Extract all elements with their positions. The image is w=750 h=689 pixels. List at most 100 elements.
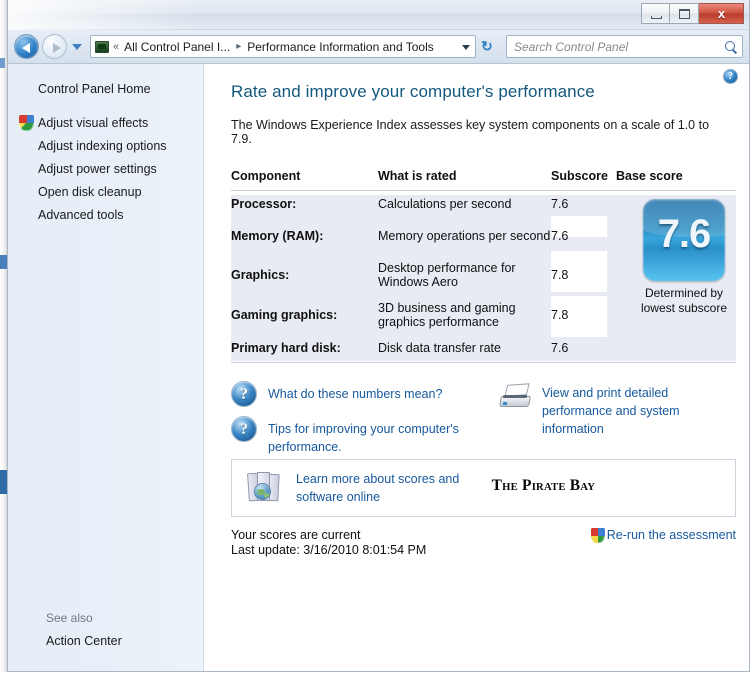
help-icon[interactable]: ? [723,69,738,84]
see-also-section: See also Action Center [8,611,204,651]
cell-subscore: 7.6 [551,341,569,355]
table-bottom-divider [231,362,736,363]
breadcrumb-item-performance[interactable]: Performance Information and Tools [247,40,434,54]
column-header-subscore: Subscore [551,169,616,191]
base-score-caption: Determined by lowest subscore [629,286,739,316]
cell-what-is-rated: Memory operations per second [378,229,551,243]
link-tips-for-improving-performance[interactable]: Tips for improving your computer's perfo… [268,422,459,454]
learn-more-panel: Learn more about scores and software onl… [231,459,736,517]
cell-what-is-rated: 3D business and gaming graphics performa… [378,301,516,329]
minimize-button[interactable] [641,3,670,24]
shield-icon [19,115,34,131]
cell-subscore: 7.8 [551,268,569,282]
base-score-panel: 7.6 Determined by lowest subscore [629,199,739,316]
maximize-button[interactable] [670,3,699,24]
desktop-edge-accent-low [0,470,7,494]
breadcrumb: « All Control Panel I... ▸ Performance I… [113,40,457,54]
score-table-wrapper: Component What is rated Subscore Base sc… [231,169,736,363]
recent-pages-dropdown-icon[interactable] [72,41,84,53]
sidebar-item-advanced-tools[interactable]: Advanced tools [8,203,203,226]
forward-button[interactable] [42,34,67,59]
minimize-icon [651,16,662,19]
close-icon: x [717,6,726,21]
cell-component: Primary hard disk: [231,341,341,355]
intro-text: The Windows Experience Index assesses ke… [231,118,710,146]
breadcrumb-overflow-icon[interactable]: « [113,41,119,53]
printer-icon [498,383,532,409]
question-mark-icon: ? [231,381,257,407]
sidebar: Control Panel Home Adjust visual effects… [8,64,204,671]
help-icon-glyph: ? [728,71,733,82]
window-titlebar: x [8,0,749,30]
desktop-edge-accent-top [0,58,5,68]
status-section: Your scores are current Last update: 3/1… [231,528,736,558]
sidebar-item-open-disk-cleanup[interactable]: Open disk cleanup [8,180,203,203]
sidebar-item-adjust-power-settings[interactable]: Adjust power settings [8,157,203,180]
below-window-strip [0,672,750,689]
main-pane: ? Rate and improve your computer's perfo… [204,64,749,671]
table-header-row: Component What is rated Subscore Base sc… [231,169,736,191]
sidebar-item-action-center[interactable]: Action Center [8,631,204,651]
cell-subscore: 7.8 [551,308,569,322]
cell-what-is-rated: Desktop performance for Windows Aero [378,261,516,289]
cell-subscore: 7.6 [551,197,569,211]
column-header-base-score: Base score [616,169,736,191]
books-globe-icon [247,472,282,504]
desktop-edge-accent-mid [0,255,7,269]
back-button[interactable] [14,34,39,59]
window-controls: x [641,3,744,24]
cell-what-is-rated: Disk data transfer rate [378,341,501,355]
link-view-print-row: View and print detailed performance and … [498,383,737,438]
sidebar-item-label: Control Panel Home [38,81,151,96]
address-dropdown-icon[interactable] [457,36,473,57]
control-panel-window: x « All Control Panel I... ▸ Performance… [7,0,750,672]
base-score-tile: 7.6 [643,199,725,281]
base-score-caption-line1: Determined by [644,286,724,300]
question-mark-icon: ? [231,416,257,442]
navigation-bar: « All Control Panel I... ▸ Performance I… [8,30,749,64]
cell-component: Processor: [231,197,297,211]
pirate-bay-logo: The Pirate Bay [491,477,596,494]
link-what-do-these-numbers-mean[interactable]: What do these numbers mean? [268,387,442,401]
see-also-title: See also [46,611,93,625]
base-score-value: 7.6 [657,212,712,256]
sidebar-item-control-panel-home[interactable]: Control Panel Home [8,77,203,100]
link-view-and-print-detailed-performance[interactable]: View and print detailed performance and … [542,386,680,436]
window-content: Control Panel Home Adjust visual effects… [8,64,749,671]
page-title: Rate and improve your computer's perform… [231,82,595,101]
control-panel-icon [95,40,109,53]
sidebar-item-label: Adjust indexing options [38,138,167,153]
column-header-what-is-rated: What is rated [378,169,551,191]
base-score-caption-line2: lowest subscore [640,301,728,315]
shield-icon [590,528,605,543]
address-bar[interactable]: « All Control Panel I... ▸ Performance I… [90,35,476,58]
search-placeholder: Search Control Panel [514,39,629,54]
question-mark-glyph: ? [240,421,248,438]
link-tips-row: ? Tips for improving your computer's per… [231,416,478,456]
breadcrumb-separator-icon: ▸ [236,41,242,52]
cell-subscore: 7.6 [551,229,569,243]
refresh-icon: ↻ [481,38,493,54]
link-rerun-the-assessment[interactable]: Re-run the assessment [607,528,736,543]
sidebar-item-label: Adjust power settings [38,161,157,176]
cell-what-is-rated: Calculations per second [378,197,512,211]
maximize-icon [679,9,690,19]
sidebar-item-label: Adjust visual effects [38,115,149,130]
link-what-numbers-mean-row: ? What do these numbers mean? [231,381,478,407]
sidebar-item-label: Open disk cleanup [38,184,142,199]
links-area: ? What do these numbers mean? ? Tips for… [231,381,737,454]
search-input[interactable]: Search Control Panel [506,35,743,58]
cell-component: Gaming graphics: [231,308,338,322]
desktop-edge-strip [0,0,7,689]
search-icon [724,40,738,54]
sidebar-item-adjust-indexing-options[interactable]: Adjust indexing options [8,134,203,157]
column-header-component: Component [231,169,378,191]
close-button[interactable]: x [699,3,744,24]
rerun-assessment-action[interactable]: Re-run the assessment [590,528,736,543]
link-learn-more-about-scores[interactable]: Learn more about scores and software onl… [296,472,459,504]
refresh-button[interactable]: ↻ [479,35,501,58]
status-line-last-update: Last update: 3/16/2010 8:01:54 PM [231,543,427,557]
cell-component: Graphics: [231,268,290,282]
sidebar-item-adjust-visual-effects[interactable]: Adjust visual effects [8,111,203,134]
breadcrumb-item-all-control-panel[interactable]: All Control Panel I... [124,40,230,54]
